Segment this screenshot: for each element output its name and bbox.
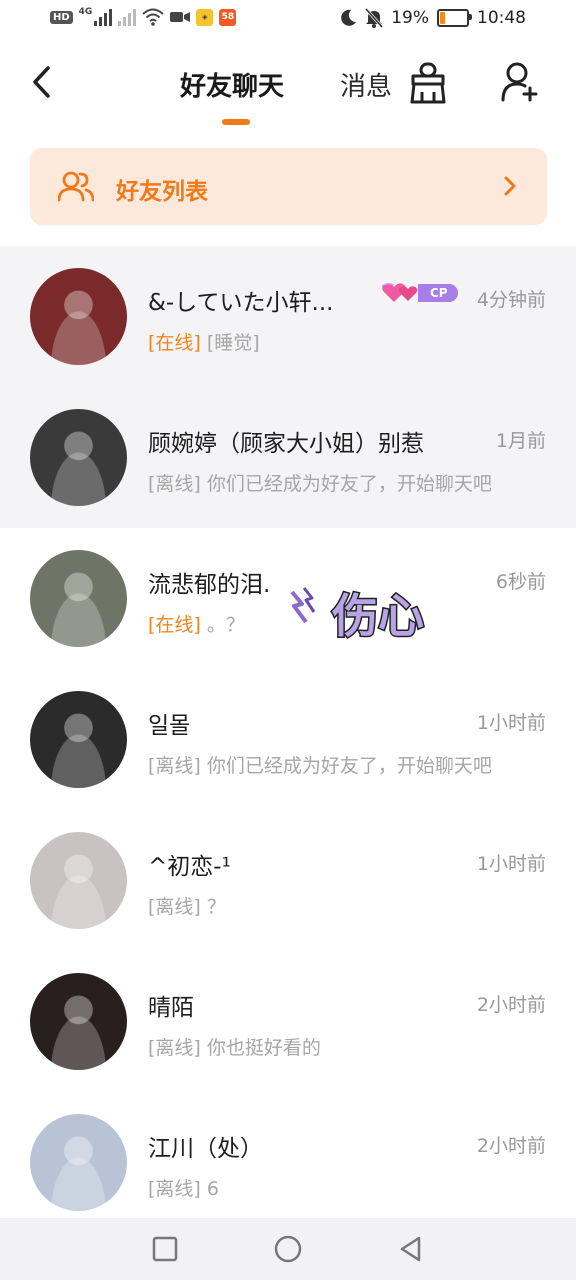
avatar[interactable] <box>30 268 127 365</box>
chat-list: &-していた小轩... CP 4分钟前 [在线] [睡觉] 顾婉婷（顾家大小姐）别惹 1月… <box>0 246 576 1218</box>
back-arrow-icon[interactable] <box>28 64 58 100</box>
chat-row[interactable]: 江川（处） 2小时前 [离线] 6 <box>0 1092 576 1218</box>
message-time: 2小时前 <box>476 994 546 1016</box>
message-preview: [离线] 6 <box>148 1174 219 1201</box>
last-message: 6 <box>206 1178 219 1200</box>
message-preview: [离线] 你们已经成为好友了，开始聊天吧 <box>148 751 492 778</box>
avatar[interactable] <box>30 691 127 788</box>
cp-badge: CP <box>380 282 458 304</box>
contact-name: ^初恋-¹ <box>148 854 231 880</box>
avatar[interactable] <box>30 973 127 1070</box>
recent-apps-square-icon[interactable] <box>150 1234 180 1264</box>
last-message: [睡觉] <box>206 332 260 354</box>
message-time: 4分钟前 <box>476 289 546 311</box>
video-icon <box>170 12 191 22</box>
contact-name: 顾婉婷（顾家大小姐）别惹 <box>148 431 424 457</box>
chat-row[interactable]: 流悲郁的泪. 6秒前 [在线] 。？ 伤心 <box>0 528 576 669</box>
signal-2-icon <box>118 8 137 26</box>
contact-name: &-していた小轩... <box>148 290 334 316</box>
last-message: 你们已经成为好友了，开始聊天吧 <box>206 473 492 495</box>
online-status: [离线] <box>148 473 201 495</box>
chat-row[interactable]: ^初恋-¹ 1小时前 [离线] ？ <box>0 810 576 951</box>
last-message: ？ <box>206 896 226 918</box>
cp-label: CP <box>418 284 458 302</box>
online-status: [在线] <box>148 614 201 636</box>
battery-percent: 19% <box>391 8 429 28</box>
avatar[interactable] <box>30 409 127 506</box>
system-nav-bar <box>0 1218 576 1280</box>
last-message: 你也挺好看的 <box>206 1037 321 1059</box>
chat-row[interactable]: 일몰 1小时前 [离线] 你们已经成为好友了，开始聊天吧 <box>0 669 576 810</box>
back-triangle-icon[interactable] <box>396 1234 426 1264</box>
sad-sticker: 伤心 <box>288 582 458 646</box>
contact-name: 일몰 <box>148 713 191 739</box>
network-type: 4G <box>78 7 93 17</box>
hd-icon: HD <box>50 10 73 24</box>
app-58-icon: 58 <box>219 8 237 26</box>
message-preview: [离线] ？ <box>148 892 226 919</box>
broom-clean-icon[interactable] <box>408 62 448 104</box>
online-status: [离线] <box>148 1178 201 1200</box>
online-status: [在线] <box>148 332 201 354</box>
message-preview: [离线] 你们已经成为好友了，开始聊天吧 <box>148 469 492 496</box>
message-time: 1月前 <box>495 430 546 452</box>
friend-list-label: 好友列表 <box>116 179 208 205</box>
message-time: 1小时前 <box>476 853 546 875</box>
contact-name: 晴陌 <box>148 995 194 1021</box>
tab-messages[interactable]: 消息 <box>340 66 392 103</box>
friends-icon <box>58 171 94 202</box>
sticker-app-icon: ◈ <box>196 8 214 26</box>
status-right: 19% 10:48 <box>339 8 526 28</box>
online-status: [离线] <box>148 755 201 777</box>
sticker-text: 伤心 <box>331 589 424 643</box>
active-tab-indicator <box>222 119 250 125</box>
message-preview: [离线] 你也挺好看的 <box>148 1033 321 1060</box>
add-friend-icon[interactable] <box>500 62 538 102</box>
moon-icon <box>341 9 357 26</box>
message-preview: [在线] [睡觉] <box>148 328 260 355</box>
chat-row[interactable]: 晴陌 2小时前 [离线] 你也挺好看的 <box>0 951 576 1092</box>
tab-friend-chat[interactable]: 好友聊天 <box>180 66 284 103</box>
avatar[interactable] <box>30 550 127 647</box>
last-message: 你们已经成为好友了，开始聊天吧 <box>206 755 492 777</box>
message-time: 2小时前 <box>476 1135 546 1157</box>
avatar[interactable] <box>30 832 127 929</box>
top-header: 好友聊天 消息 <box>0 44 576 128</box>
avatar[interactable] <box>30 1114 127 1211</box>
message-time: 1小时前 <box>476 712 546 734</box>
signal-icon <box>94 8 113 26</box>
contact-name: 流悲郁的泪. <box>148 572 271 598</box>
wifi-icon <box>142 8 164 26</box>
status-left: HD 4G ◈ 58 <box>50 7 237 26</box>
clock: 10:48 <box>477 8 526 28</box>
chat-row[interactable]: 顾婉婷（顾家大小姐）别惹 1月前 [离线] 你们已经成为好友了，开始聊天吧 <box>0 387 576 528</box>
status-bar: HD 4G ◈ 58 19% 10:48 <box>0 0 576 40</box>
online-status: [离线] <box>148 1037 201 1059</box>
contact-name: 江川（处） <box>148 1136 263 1162</box>
chat-row[interactable]: &-していた小轩... CP 4分钟前 [在线] [睡觉] <box>0 246 576 387</box>
last-message: 。？ <box>206 614 245 636</box>
message-preview: [在线] 。？ <box>148 610 245 637</box>
home-circle-icon[interactable] <box>273 1234 303 1264</box>
chevron-right-icon <box>504 176 516 196</box>
friend-list-banner[interactable]: 好友列表 <box>30 148 547 225</box>
online-status: [离线] <box>148 896 201 918</box>
message-time: 6秒前 <box>495 571 546 593</box>
mute-bell-icon <box>365 8 384 28</box>
battery-icon <box>437 9 472 27</box>
